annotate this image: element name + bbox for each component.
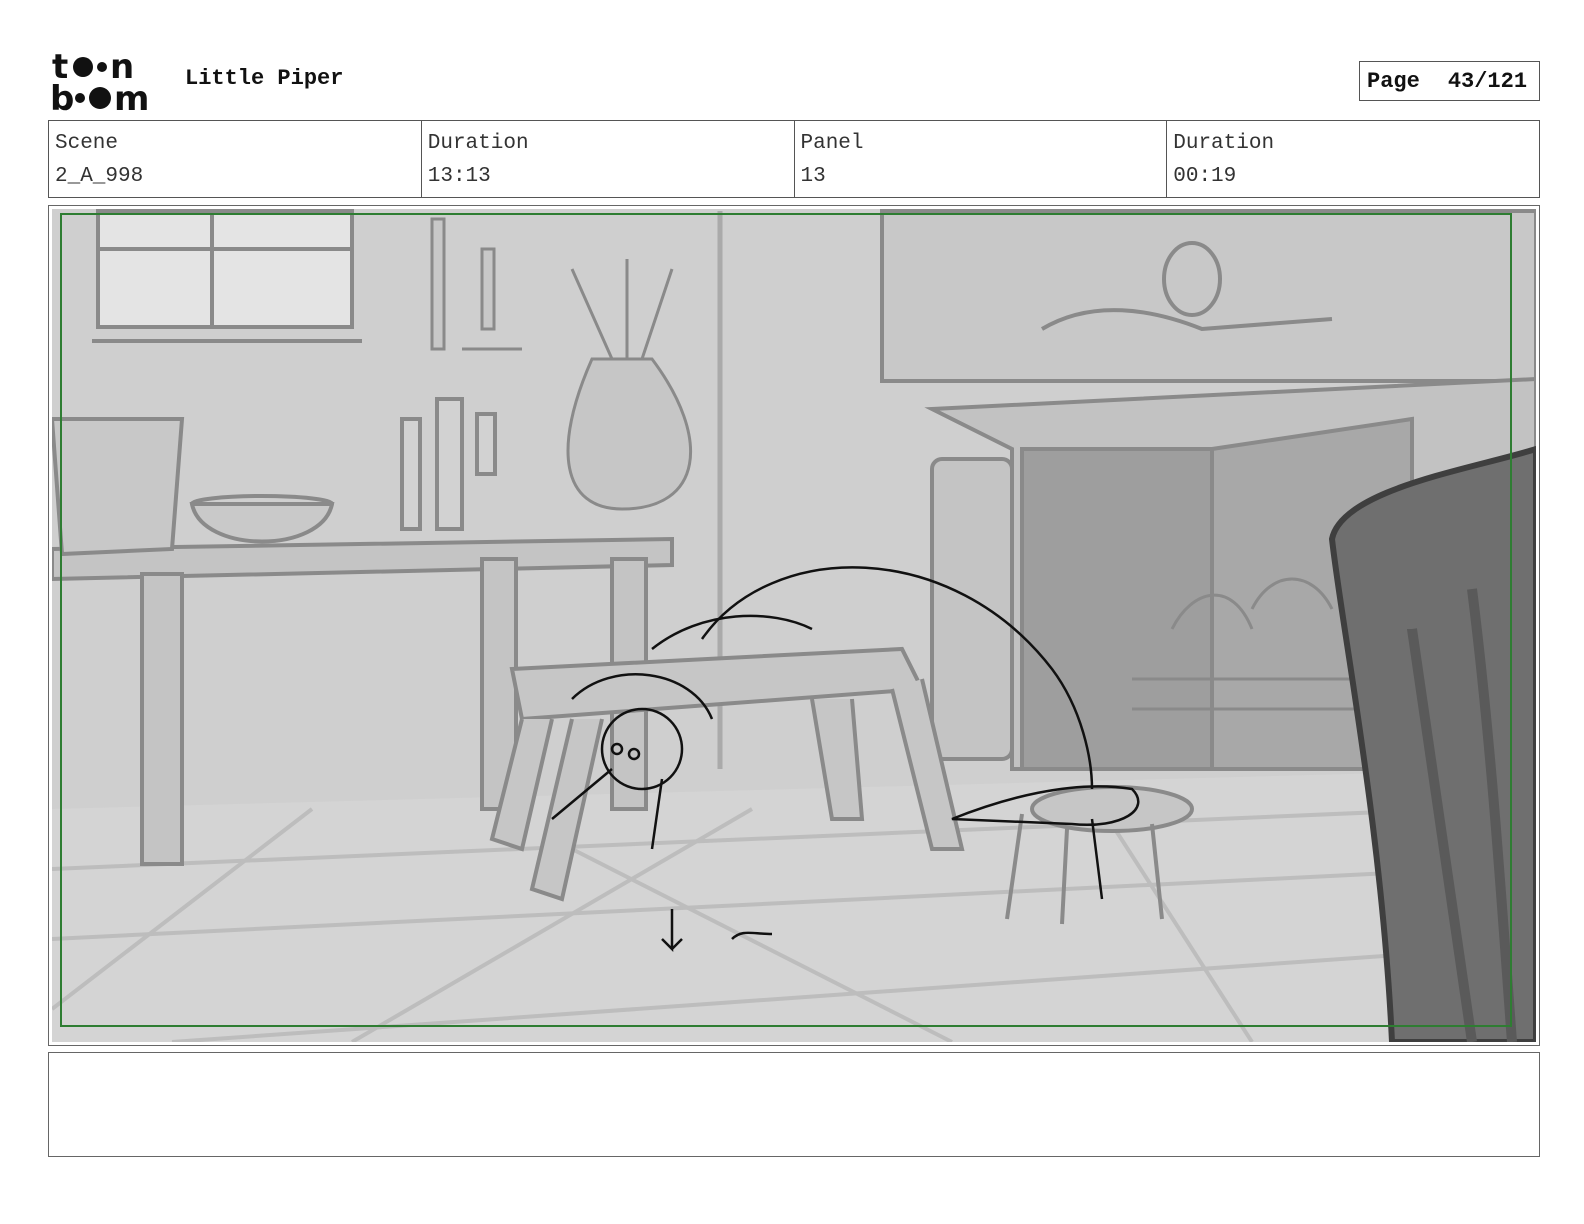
panel-value: 13 [800,165,826,188]
page-number: 43/121 [1447,68,1528,94]
scene-duration-label: Duration [427,132,529,155]
scene-duration-value: 13:13 [427,165,491,188]
storyboard-sketch [52,209,1536,1042]
svg-text:m: m [114,79,149,112]
notes-box [48,1052,1540,1157]
page-label: Page [1367,68,1420,94]
page-indicator: Page 43/121 [1359,61,1540,101]
panel-cell: Panel 13 [795,121,1168,197]
window [92,209,362,343]
panel-label: Panel [800,132,864,155]
scene-duration-cell: Duration 13:13 [422,121,795,197]
scene-value: 2_A_998 [55,165,144,188]
panel-duration-cell: Duration 00:19 [1167,121,1539,197]
storyboard-panel-frame [48,205,1540,1046]
scene-cell: Scene 2_A_998 [49,121,422,197]
panel-duration-value: 00:19 [1173,165,1237,188]
svg-text:b: b [50,79,74,112]
info-bar: Scene 2_A_998 Duration 13:13 Panel 13 Du… [48,120,1540,198]
project-title: Little Piper [185,66,344,91]
panel-duration-label: Duration [1173,132,1275,155]
toon-boom-logo: t n b m [50,48,149,112]
scene-label: Scene [55,132,119,155]
